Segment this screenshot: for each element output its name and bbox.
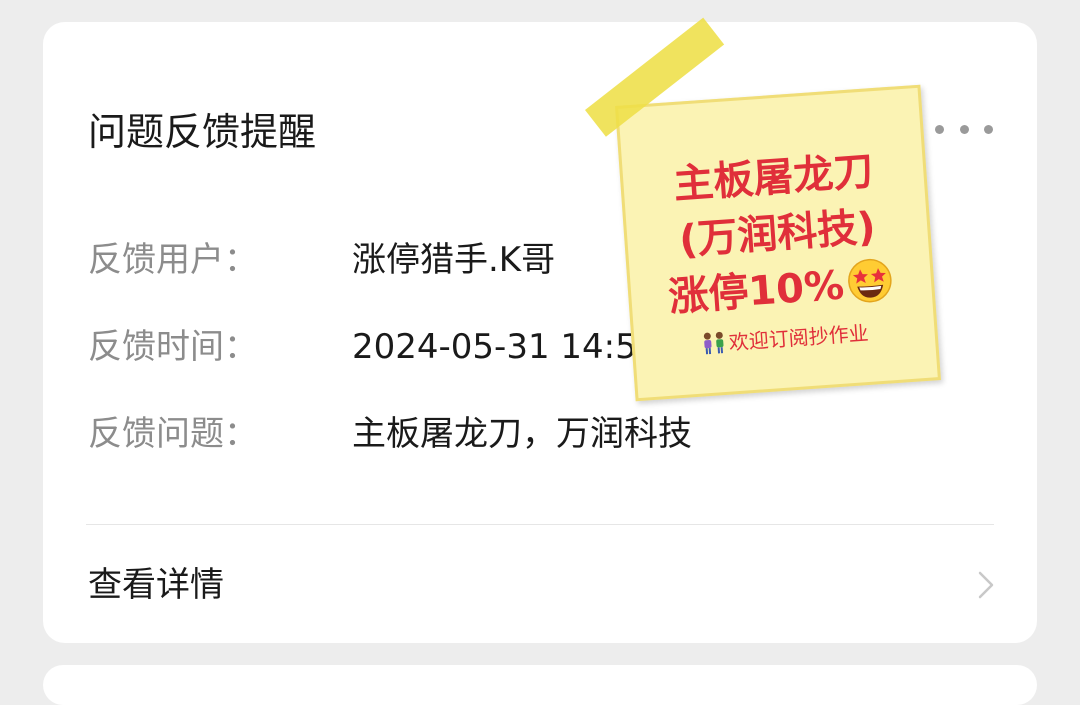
field-label: 反馈时间：: [88, 327, 258, 367]
more-options-button[interactable]: [929, 114, 999, 144]
sticky-note: 主板屠龙刀 (万润科技) 涨停10% 欢迎订阅抄作业: [615, 84, 941, 402]
next-card: [43, 665, 1037, 705]
chevron-right-icon: [978, 571, 994, 599]
more-dot-icon: [959, 124, 969, 134]
field-label: 反馈用户：: [88, 240, 258, 280]
more-dot-icon: [935, 124, 944, 134]
view-details-label: 查看详情: [88, 565, 224, 605]
people-icon: [703, 331, 724, 355]
note-line: 涨停10%: [667, 262, 846, 321]
note-footer-text: 欢迎订阅抄作业: [727, 320, 870, 355]
more-dot-icon: [984, 124, 993, 134]
divider: [86, 524, 994, 525]
field-label: 反馈问题：: [88, 414, 258, 454]
star-struck-emoji-icon: [847, 258, 892, 303]
card-title: 问题反馈提醒: [88, 110, 317, 154]
field-row-issue: 反馈问题： 主板屠龙刀，万润科技: [88, 409, 988, 459]
field-value: 涨停猎手.K哥: [352, 240, 556, 280]
field-value: 主板屠龙刀，万润科技: [352, 414, 692, 454]
view-details-row[interactable]: 查看详情: [43, 540, 1037, 630]
